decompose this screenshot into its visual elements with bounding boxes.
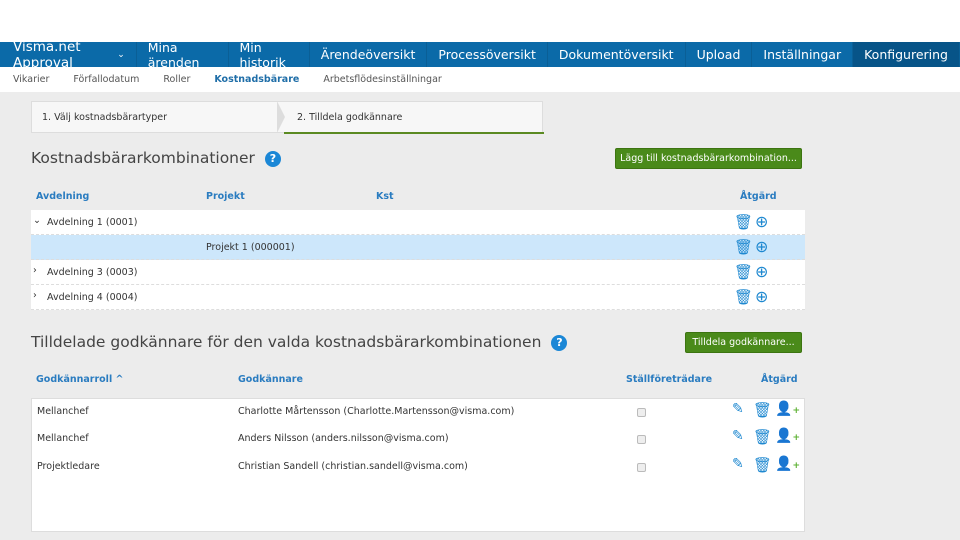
nav-dokumentoversikt[interactable]: Dokumentöversikt — [548, 42, 686, 67]
col-label: Godkännarroll — [36, 374, 113, 385]
col-atgard: Åtgärd — [761, 374, 798, 385]
add-combination-button[interactable]: Lägg till kostnadsbärarkombination... — [615, 148, 802, 169]
pencil-icon[interactable]: ✎ — [732, 456, 744, 472]
nav-installningar[interactable]: Inställningar — [752, 42, 854, 67]
add-circle-icon[interactable]: ⊕ — [755, 287, 768, 306]
nav-arendeoversikt[interactable]: Ärendeöversikt — [310, 42, 428, 67]
approvers-heading: Tilldelade godkännare för den valda kost… — [31, 333, 568, 351]
table-row: Projektledare Christian Sandell (christi… — [32, 454, 804, 480]
deputy-checkbox[interactable] — [637, 408, 646, 417]
deputy-checkbox[interactable] — [637, 463, 646, 472]
sort-asc-icon: ^ — [115, 374, 124, 385]
add-circle-icon[interactable]: ⊕ — [755, 262, 768, 281]
add-user-icon[interactable]: 👤+ — [775, 456, 800, 472]
add-circle-icon[interactable]: ⊕ — [755, 237, 768, 256]
cell-approver: Christian Sandell (christian.sandell@vis… — [238, 461, 468, 472]
table-row[interactable]: Projekt 1 (000001) 🗑 ⊕ — [31, 235, 805, 260]
step-1[interactable]: 1. Välj kostnadsbärartyper — [42, 112, 167, 123]
col-kst: Kst — [376, 191, 394, 202]
cell-role: Mellanchef — [37, 433, 89, 444]
trash-icon[interactable]: 🗑 — [734, 288, 753, 306]
deputy-checkbox[interactable] — [637, 435, 646, 444]
pencil-icon[interactable]: ✎ — [732, 428, 744, 444]
trash-icon[interactable]: 🗑 — [753, 401, 772, 419]
table-row[interactable]: › Avdelning 4 (0004) 🗑 ⊕ — [31, 285, 805, 310]
col-projekt: Projekt — [206, 191, 245, 202]
subnav-roller[interactable]: Roller — [163, 74, 190, 85]
col-godkannare: Godkännare — [238, 374, 303, 385]
app-menu[interactable]: Visma.net Approval ⌄ — [0, 39, 137, 71]
sub-nav: Vikarier Förfallodatum Roller Kostnadsbä… — [0, 67, 960, 92]
cell-role: Projektledare — [37, 461, 100, 472]
nav-upload[interactable]: Upload — [686, 42, 753, 67]
add-circle-icon[interactable]: ⊕ — [755, 212, 768, 231]
col-atgard: Åtgärd — [740, 191, 777, 202]
cell-approver: Charlotte Mårtensson (Charlotte.Martenss… — [238, 406, 515, 417]
subnav-vikarier[interactable]: Vikarier — [13, 74, 49, 85]
main-content: 1. Välj kostnadsbärartyper 2. Tilldela g… — [0, 92, 960, 540]
col-avdelning: Avdelning — [36, 191, 90, 202]
top-nav: Visma.net Approval ⌄ Mina ärenden Min his… — [0, 39, 960, 71]
cell-role: Mellanchef — [37, 406, 89, 417]
trash-icon[interactable]: 🗑 — [734, 238, 753, 256]
approvers-table: Mellanchef Charlotte Mårtensson (Charlot… — [31, 398, 805, 532]
trash-icon[interactable]: 🗑 — [753, 428, 772, 446]
cell-projekt: Projekt 1 (000001) — [206, 242, 295, 253]
table-row: Mellanchef Anders Nilsson (anders.nilsso… — [32, 426, 804, 452]
trash-icon[interactable]: 🗑 — [734, 213, 753, 231]
help-icon[interactable]: ? — [551, 334, 568, 351]
assign-approver-button[interactable]: Tilldela godkännare... — [685, 332, 802, 353]
help-icon[interactable]: ? — [264, 150, 281, 167]
combos-heading: Kostnadsbärarkombinationer? — [31, 149, 281, 167]
chevron-right-icon[interactable]: › — [33, 265, 37, 276]
combos-title: Kostnadsbärarkombinationer — [31, 149, 255, 167]
active-step-indicator — [284, 132, 544, 134]
cell-avdelning: Avdelning 1 (0001) — [47, 217, 138, 228]
cell-approver: Anders Nilsson (anders.nilsson@visma.com… — [238, 433, 449, 444]
chevron-right-icon[interactable]: › — [33, 290, 37, 301]
cell-avdelning: Avdelning 4 (0004) — [47, 292, 138, 303]
nav-konfigurering[interactable]: Konfigurering — [853, 42, 960, 67]
nav-mina-arenden[interactable]: Mina ärenden — [137, 40, 229, 70]
trash-icon[interactable]: 🗑 — [734, 263, 753, 281]
col-godkannarroll[interactable]: Godkännarroll ^ — [36, 374, 123, 385]
col-stallforetradare: Ställföreträdare — [626, 374, 713, 385]
table-row: Mellanchef Charlotte Mårtensson (Charlot… — [32, 399, 804, 425]
approvers-title: Tilldelade godkännare för den valda kost… — [31, 333, 542, 351]
pencil-icon[interactable]: ✎ — [732, 401, 744, 417]
table-row[interactable]: › Avdelning 3 (0003) 🗑 ⊕ — [31, 260, 805, 285]
step-separator — [277, 101, 285, 133]
subnav-forfallodatum[interactable]: Förfallodatum — [73, 74, 139, 85]
nav-min-historik[interactable]: Min historik — [229, 40, 310, 70]
chevron-down-icon: ⌄ — [117, 49, 125, 60]
app-title: Visma.net Approval — [13, 38, 81, 71]
step-2[interactable]: 2. Tilldela godkännare — [297, 112, 402, 123]
table-row[interactable]: ⌄ Avdelning 1 (0001) 🗑 ⊕ — [31, 210, 805, 235]
nav-processoversikt[interactable]: Processöversikt — [427, 42, 548, 67]
wizard-steps: 1. Välj kostnadsbärartyper 2. Tilldela g… — [31, 101, 544, 134]
trash-icon[interactable]: 🗑 — [753, 456, 772, 474]
add-user-icon[interactable]: 👤+ — [775, 428, 800, 444]
cell-avdelning: Avdelning 3 (0003) — [47, 267, 138, 278]
add-user-icon[interactable]: 👤+ — [775, 401, 800, 417]
subnav-arbetsflodesinstallningar[interactable]: Arbetsflödesinställningar — [323, 74, 441, 85]
chevron-down-icon[interactable]: ⌄ — [33, 215, 41, 226]
subnav-kostnadsbarare[interactable]: Kostnadsbärare — [214, 74, 299, 85]
